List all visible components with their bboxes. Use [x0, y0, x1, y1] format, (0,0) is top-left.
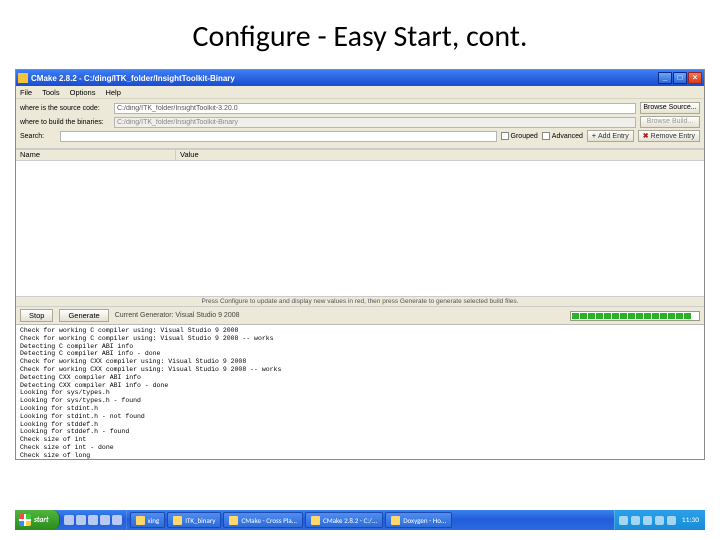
slide-title: Configure - Easy Start, cont. [0, 0, 720, 69]
binaries-label: where to build the binaries: [20, 119, 110, 126]
taskbar-task-button[interactable]: ITK_binary [167, 512, 221, 528]
task-label: CMake - Cross Pla... [241, 516, 297, 525]
start-button[interactable]: start [15, 510, 60, 530]
log-text: Check for working C compiler using: Visu… [20, 327, 700, 459]
minus-icon: ✖ [643, 132, 649, 140]
remove-entry-button[interactable]: ✖Remove Entry [638, 130, 700, 142]
grouped-label: Grouped [511, 133, 538, 140]
task-icon [173, 516, 182, 525]
column-value[interactable]: Value [176, 150, 704, 160]
add-entry-button[interactable]: +Add Entry [587, 130, 634, 142]
windows-logo-icon [19, 514, 31, 526]
task-buttons: xing ITK_binary CMake - Cross Pla... CMake … [127, 510, 614, 530]
menu-options[interactable]: Options [70, 88, 96, 97]
grouped-checkbox[interactable]: Grouped [501, 132, 538, 140]
tray-icon[interactable] [643, 516, 652, 525]
search-label: Search: [20, 133, 56, 140]
configure-button[interactable]: Stop [20, 309, 53, 322]
close-button[interactable]: × [688, 72, 702, 84]
cache-header: Name Value [16, 149, 704, 161]
minimize-button[interactable]: _ [658, 72, 672, 84]
progress-bar [570, 311, 700, 321]
quick-launch-icon[interactable] [88, 515, 98, 525]
source-label: where is the source code: [20, 105, 110, 112]
quick-launch-icon[interactable] [112, 515, 122, 525]
plus-icon: + [592, 133, 596, 140]
task-label: ITK_binary [185, 516, 215, 525]
output-log[interactable]: Check for working C compiler using: Visu… [16, 325, 704, 459]
taskbar-task-button[interactable]: Doxygen - Ho... [385, 512, 452, 528]
current-generator-label: Current Generator: Visual Studio 9 2008 [115, 312, 240, 319]
browse-build-button[interactable]: Browse Build... [640, 116, 700, 128]
task-icon [311, 516, 320, 525]
quick-launch-icon[interactable] [76, 515, 86, 525]
binary-path-input[interactable] [114, 117, 636, 128]
paths-area: where is the source code: Browse Source.… [16, 99, 704, 149]
windows-taskbar: start xing ITK_binary CMake - Cross Pla...… [15, 510, 705, 530]
tray-icon[interactable] [667, 516, 676, 525]
source-path-input[interactable] [114, 103, 636, 114]
hint-text: Press Configure to update and display ne… [16, 297, 704, 307]
tray-icon[interactable] [655, 516, 664, 525]
search-input[interactable] [60, 131, 497, 142]
task-icon [391, 516, 400, 525]
taskbar-task-button[interactable]: CMake - Cross Pla... [223, 512, 303, 528]
action-row: Stop Generate Current Generator: Visual … [16, 307, 704, 325]
task-label: xing [148, 516, 160, 525]
task-label: CMake 2.8.2 - C:/... [323, 516, 377, 525]
menu-file[interactable]: File [20, 88, 32, 97]
taskbar-task-button[interactable]: CMake 2.8.2 - C:/... [305, 512, 383, 528]
task-icon [136, 516, 145, 525]
window-title: CMake 2.8.2 - C:/ding/ITK_folder/Insight… [31, 74, 658, 83]
taskbar-clock[interactable]: 11:30 [682, 516, 699, 525]
task-icon [229, 516, 238, 525]
advanced-label: Advanced [552, 133, 583, 140]
browse-source-button[interactable]: Browse Source... [640, 102, 700, 114]
menu-help[interactable]: Help [105, 88, 120, 97]
window-titlebar: CMake 2.8.2 - C:/ding/ITK_folder/Insight… [16, 70, 704, 86]
menu-tools[interactable]: Tools [42, 88, 60, 97]
column-name[interactable]: Name [16, 150, 176, 160]
menu-bar: File Tools Options Help [16, 86, 704, 99]
tray-icon[interactable] [631, 516, 640, 525]
app-icon [18, 73, 28, 83]
quick-launch [60, 510, 127, 530]
maximize-button[interactable]: □ [673, 72, 687, 84]
quick-launch-icon[interactable] [100, 515, 110, 525]
cmake-window: CMake 2.8.2 - C:/ding/ITK_folder/Insight… [15, 69, 705, 460]
taskbar-task-button[interactable]: xing [130, 512, 166, 528]
generate-button[interactable]: Generate [59, 309, 108, 322]
quick-launch-icon[interactable] [64, 515, 74, 525]
task-label: Doxygen - Ho... [403, 516, 446, 525]
start-label: start [34, 516, 49, 525]
system-tray: 11:30 [614, 510, 705, 530]
cache-values-panel[interactable] [16, 161, 704, 297]
advanced-checkbox[interactable]: Advanced [542, 132, 583, 140]
tray-icon[interactable] [619, 516, 628, 525]
